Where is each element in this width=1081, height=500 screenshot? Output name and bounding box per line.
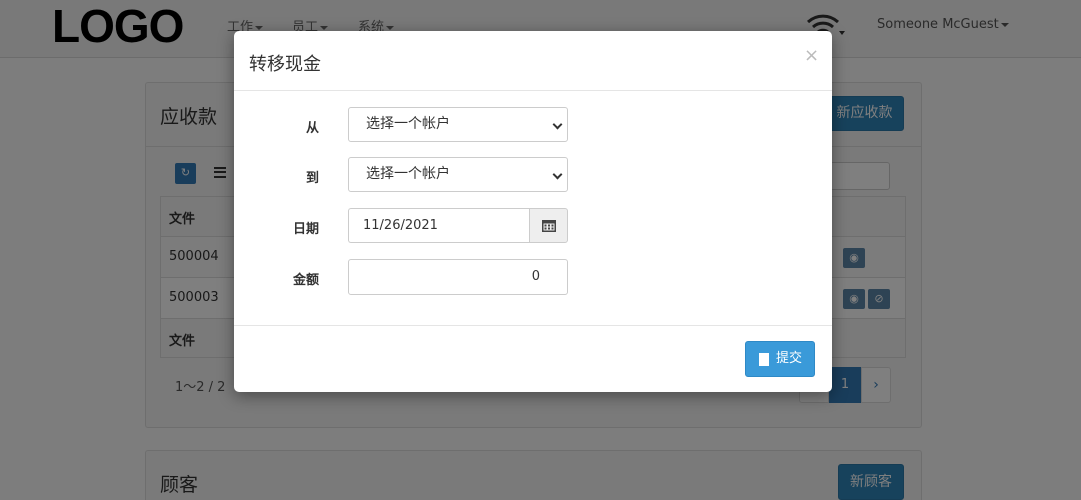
from-account-select[interactable]: 选择一个帐户 bbox=[348, 107, 568, 142]
from-label: 从 bbox=[305, 121, 319, 136]
submit-button[interactable]: 提交 bbox=[745, 341, 815, 377]
to-label: 到 bbox=[305, 171, 319, 186]
modal-footer-divider bbox=[234, 325, 832, 326]
from-account-value: 选择一个帐户 bbox=[366, 116, 450, 132]
amount-label: 金额 bbox=[292, 273, 319, 288]
amount-input[interactable]: 0 bbox=[348, 259, 568, 295]
to-account-value: 选择一个帐户 bbox=[366, 166, 450, 182]
modal-header-divider bbox=[234, 90, 832, 91]
submit-label: 提交 bbox=[776, 351, 803, 366]
calendar-icon bbox=[542, 220, 556, 232]
to-account-select[interactable]: 选择一个帐户 bbox=[348, 157, 568, 192]
date-input[interactable]: 11/26/2021 bbox=[348, 208, 529, 243]
chevron-down-icon bbox=[552, 169, 563, 180]
calendar-button[interactable] bbox=[529, 208, 568, 243]
modal-title: 转移现金 bbox=[249, 54, 321, 75]
transfer-cash-modal: 转移现金 × 从 选择一个帐户 到 选择一个帐户 日期 11/26/2021 金… bbox=[234, 31, 832, 392]
chevron-down-icon bbox=[552, 119, 563, 130]
document-icon bbox=[759, 353, 769, 366]
close-icon[interactable]: × bbox=[804, 45, 819, 66]
date-label: 日期 bbox=[292, 222, 319, 237]
